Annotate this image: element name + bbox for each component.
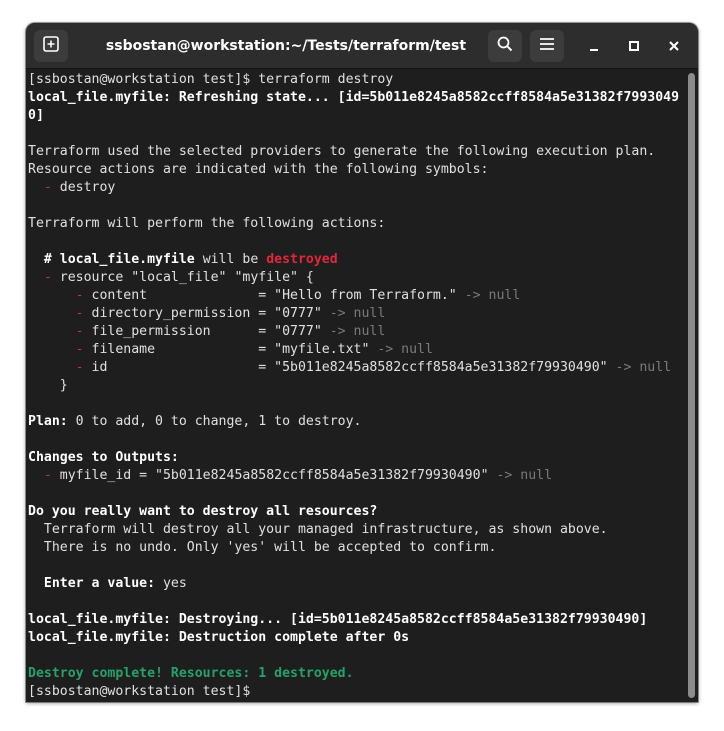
- terminal-line: - directory_permission = "0777" -> null: [28, 305, 684, 323]
- terminal-line: local_file.myfile: Destroying... [id=5b0…: [28, 612, 648, 627]
- null-arrow: -> null: [496, 468, 553, 483]
- terminal-text: resource "local_file" "myfile" {: [51, 270, 314, 285]
- prompt-value: yes: [155, 576, 187, 591]
- terminal-line: local_file.myfile: Destruction complete …: [28, 630, 410, 645]
- terminal-line: local_file.myfile: Refreshing state... […: [28, 90, 680, 105]
- terminal-line: Terraform used the selected providers to…: [28, 144, 656, 159]
- window-title: ssbostan@workstation:~/Tests/terraform/t…: [105, 38, 467, 54]
- terminal-text: file_permission = "0777": [83, 324, 330, 339]
- null-arrow: -> null: [615, 360, 672, 375]
- minimize-button[interactable]: [582, 34, 606, 58]
- terminal-text: will be: [194, 252, 267, 267]
- maximize-icon: [628, 37, 640, 56]
- destroy-symbol: -: [28, 180, 52, 195]
- terminal-line: Destroy complete! Resources: 1 destroyed…: [28, 666, 354, 681]
- null-arrow: -> null: [377, 342, 433, 357]
- terminal-text: 0 to add, 0 to change, 1 to destroy.: [67, 414, 362, 429]
- terminal-line: Resource actions are indicated with the …: [28, 162, 489, 177]
- destroy-symbol: -: [28, 342, 84, 357]
- new-tab-icon: [42, 35, 60, 57]
- terminal-line: - myfile_id = "5b011e8245a8582ccff8584a5…: [28, 467, 684, 485]
- terminal-text: id = "5b011e8245a8582ccff8584a5e31382f79…: [83, 360, 616, 375]
- new-tab-button[interactable]: [34, 30, 68, 62]
- destroyed-label: destroyed: [266, 252, 338, 267]
- terminal-text: myfile_id = "5b011e8245a8582ccff8584a5e3…: [51, 468, 497, 483]
- terminal-line: There is no undo. Only 'yes' will be acc…: [28, 540, 497, 555]
- destroy-symbol: -: [28, 468, 52, 483]
- prompt-label: Enter a value:: [28, 576, 156, 591]
- terminal-line: [ssbostan@workstation test]$ terraform d…: [28, 72, 394, 87]
- close-icon: [668, 37, 680, 56]
- terminal-line: Terraform will destroy all your managed …: [28, 522, 608, 537]
- terminal-line: Terraform will perform the following act…: [28, 216, 386, 231]
- terminal-line: - filename = "myfile.txt" -> null: [28, 341, 684, 359]
- menu-button[interactable]: [530, 30, 564, 62]
- terminal-text: filename = "myfile.txt": [83, 342, 378, 357]
- terminal-text: content = "Hello from Terraform.": [83, 288, 465, 303]
- terminal-line: }: [28, 378, 68, 393]
- terminal-line: Plan: 0 to add, 0 to change, 1 to destro…: [28, 413, 684, 431]
- terminal-text: #: [28, 252, 60, 267]
- terminal-line: - file_permission = "0777" -> null: [28, 323, 684, 341]
- terminal-line: - resource "local_file" "myfile" {: [28, 269, 684, 287]
- terminal-output[interactable]: [ssbostan@workstation test]$ terraform d…: [26, 69, 684, 702]
- terminal-line: Enter a value: yes: [28, 575, 684, 593]
- terminal-line: Do you really want to destroy all resour…: [28, 504, 378, 519]
- null-arrow: -> null: [329, 306, 386, 321]
- destroy-symbol: -: [28, 360, 84, 375]
- terminal-text: destroy: [51, 180, 116, 195]
- minimize-icon: [588, 37, 600, 56]
- terminal-line: Changes to Outputs:: [28, 450, 179, 465]
- hamburger-menu-icon: [538, 35, 556, 57]
- destroy-symbol: -: [28, 270, 52, 285]
- destroy-symbol: -: [28, 288, 84, 303]
- search-icon: [496, 35, 514, 57]
- destroy-symbol: -: [28, 324, 84, 339]
- plan-label: Plan:: [28, 414, 68, 429]
- terminal-line: 0]: [28, 108, 44, 123]
- close-button[interactable]: [662, 34, 686, 58]
- header-bar: ssbostan@workstation:~/Tests/terraform/t…: [26, 23, 698, 69]
- resource-name: local_file.myfile: [59, 252, 195, 267]
- scrollbar-thumb[interactable]: [688, 73, 695, 698]
- terminal-line: - content = "Hello from Terraform." -> n…: [28, 287, 684, 305]
- search-button[interactable]: [488, 30, 522, 62]
- terminal-line: # local_file.myfile will be destroyed: [28, 251, 684, 269]
- terminal-prompt-line[interactable]: [ssbostan@workstation test]$: [28, 683, 684, 701]
- null-arrow: -> null: [329, 324, 386, 339]
- destroy-symbol: -: [28, 306, 84, 321]
- maximize-button[interactable]: [622, 34, 646, 58]
- terminal-window: ssbostan@workstation:~/Tests/terraform/t…: [26, 23, 698, 702]
- terminal-line: - destroy: [28, 179, 684, 197]
- terminal-line: - id = "5b011e8245a8582ccff8584a5e31382f…: [28, 359, 684, 377]
- scrollbar[interactable]: [686, 73, 696, 698]
- null-arrow: -> null: [464, 288, 521, 303]
- terminal-text: directory_permission = "0777": [83, 306, 330, 321]
